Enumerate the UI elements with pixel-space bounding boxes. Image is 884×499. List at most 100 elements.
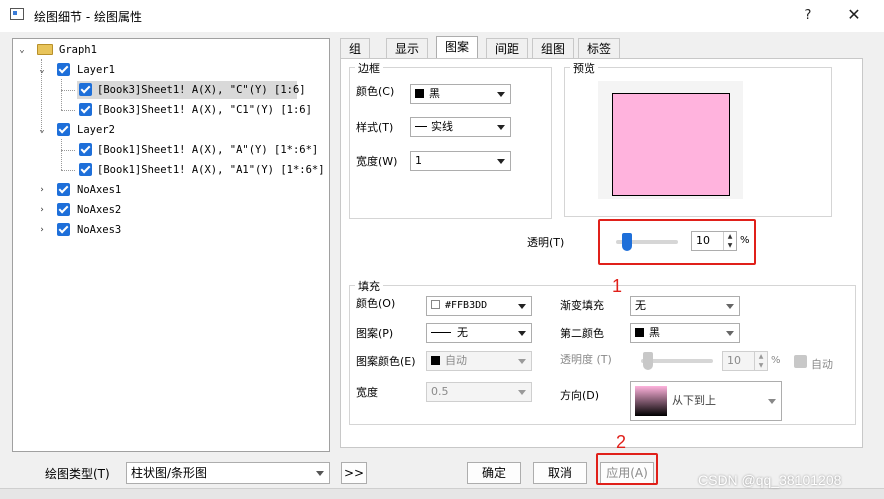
color-swatch-icon <box>635 328 644 337</box>
border-color-label: 颜色(C) <box>356 85 395 98</box>
tree-item-label: [Book1]Sheet1! A(X), "A"(Y) [1*:6*] <box>97 144 319 156</box>
collapse-toggle-icon[interactable]: › <box>37 181 47 199</box>
transparency-label: 透明(T) <box>527 236 565 249</box>
folder-icon <box>37 44 53 55</box>
fill-color-dropdown[interactable]: #FFB3DD <box>426 296 532 316</box>
window-title: 绘图细节 - 绘图属性 <box>34 10 142 24</box>
collapse-toggle-icon[interactable]: › <box>37 221 47 239</box>
annotation-box-2 <box>596 453 658 485</box>
pattern-color-value: 自动 <box>445 354 467 367</box>
tree-item-dataset[interactable]: [Book3]Sheet1! A(X), "C"(Y) [1:6] <box>77 81 306 99</box>
fill-transparency-spinbox[interactable]: 10 ▲ ▼ <box>722 351 768 371</box>
chevron-down-icon <box>497 125 505 130</box>
annotation-number-1: 1 <box>612 276 623 296</box>
tree-item-noaxes3[interactable]: › NoAxes3 <box>37 221 237 239</box>
tree-item-dataset[interactable]: [Book1]Sheet1! A(X), "A1"(Y) [1*:6*] <box>77 161 325 179</box>
checkbox-icon[interactable] <box>79 163 92 176</box>
plot-type-value: 柱状图/条形图 <box>131 466 208 480</box>
tree-item-noaxes1[interactable]: › NoAxes1 <box>37 181 237 199</box>
fill-width-value: 0.5 <box>431 385 449 398</box>
checkbox-icon[interactable] <box>79 143 92 156</box>
tree-item-label: [Book3]Sheet1! A(X), "C1"(Y) [1:6] <box>97 104 312 116</box>
checkbox-icon[interactable] <box>57 123 70 136</box>
border-style-dropdown[interactable]: 实线 <box>410 117 511 137</box>
tree-item-layer2[interactable]: ⌄ Layer2 <box>37 121 317 139</box>
plot-tree[interactable]: ⌄ Graph1 ⌄ Layer1 [Book3]Sheet1! A(X), "… <box>12 38 330 452</box>
fill-color-value: #FFB3DD <box>445 300 488 311</box>
checkbox-icon[interactable] <box>57 203 70 216</box>
chevron-down-icon <box>726 331 734 336</box>
preview-canvas <box>598 81 743 199</box>
fill-pattern-value: 无 <box>457 326 468 339</box>
auto-checkbox-icon[interactable] <box>794 355 807 368</box>
cancel-button[interactable]: 取消 <box>533 462 587 484</box>
close-button[interactable]: ✕ <box>842 4 866 28</box>
help-button[interactable]: ? <box>798 6 818 26</box>
fill-transparency-slider-handle[interactable] <box>643 352 653 370</box>
second-color-dropdown[interactable]: 黑 <box>630 323 740 343</box>
tree-root-graph1[interactable]: ⌄ Graph1 <box>17 41 317 59</box>
border-group-title: 边框 <box>355 60 383 76</box>
chevron-down-icon <box>518 331 526 336</box>
pattern-color-dropdown[interactable]: 自动 <box>426 351 532 371</box>
second-color-label: 第二颜色 <box>560 327 604 340</box>
tab-spacing[interactable]: 间距 <box>486 38 529 58</box>
gradient-value: 无 <box>635 299 646 312</box>
tree-item-label: NoAxes1 <box>77 184 122 196</box>
spin-arrows-icon[interactable]: ▲ ▼ <box>754 352 767 370</box>
gradient-label: 渐变填充 <box>560 299 604 312</box>
background-toolbar-strip <box>0 488 884 499</box>
checkbox-icon[interactable] <box>57 183 70 196</box>
tab-group[interactable]: 组 <box>340 38 371 58</box>
tab-stack[interactable]: 组图 <box>532 38 575 58</box>
expand-button[interactable]: >> <box>341 462 367 484</box>
tab-label[interactable]: 标签 <box>578 38 621 58</box>
direction-label: 方向(D) <box>560 389 600 402</box>
ok-button[interactable]: 确定 <box>467 462 521 484</box>
checkbox-icon[interactable] <box>79 83 92 96</box>
expand-toggle-icon[interactable]: ⌄ <box>37 61 47 79</box>
expand-toggle-icon[interactable]: ⌄ <box>17 41 27 59</box>
second-color-value: 黑 <box>649 326 660 339</box>
app-icon <box>10 8 24 20</box>
direction-dropdown[interactable]: 从下到上 <box>630 381 782 421</box>
gradient-direction-icon <box>635 386 667 416</box>
tree-item-noaxes2[interactable]: › NoAxes2 <box>37 201 237 219</box>
tree-item-dataset[interactable]: [Book1]Sheet1! A(X), "A"(Y) [1*:6*] <box>77 141 319 159</box>
pattern-sample-icon <box>431 332 451 333</box>
tab-pattern[interactable]: 图案 <box>436 36 479 59</box>
direction-value: 从下到上 <box>672 394 716 407</box>
tree-item-label: NoAxes2 <box>77 204 122 216</box>
plot-type-dropdown[interactable]: 柱状图/条形图 <box>126 462 330 484</box>
fill-transparency-label: 透明度 (T) <box>560 353 612 366</box>
chevron-down-icon <box>518 304 526 309</box>
border-width-dropdown[interactable]: 1 <box>410 151 511 171</box>
preview-fill-swatch <box>612 93 730 196</box>
pattern-color-label: 图案颜色(E) <box>356 355 416 368</box>
tree-item-dataset[interactable]: [Book3]Sheet1! A(X), "C1"(Y) [1:6] <box>77 101 312 119</box>
fill-width-label: 宽度 <box>356 386 378 399</box>
fill-color-label: 颜色(O) <box>356 297 396 310</box>
fill-transparency-value: 10 <box>727 354 741 367</box>
expand-toggle-icon[interactable]: ⌄ <box>37 121 47 139</box>
checkbox-icon[interactable] <box>57 223 70 236</box>
chevron-down-icon <box>518 359 526 364</box>
preview-group-title: 预览 <box>570 60 598 76</box>
chevron-down-icon <box>316 471 324 476</box>
tab-display[interactable]: 显示 <box>386 38 429 58</box>
tree-item-label: Layer2 <box>77 124 115 136</box>
checkbox-icon[interactable] <box>57 63 70 76</box>
collapse-toggle-icon[interactable]: › <box>37 201 47 219</box>
tree-item-layer1[interactable]: ⌄ Layer1 <box>37 61 317 79</box>
border-color-dropdown[interactable]: 黑 <box>410 84 511 104</box>
checkbox-icon[interactable] <box>79 103 92 116</box>
fill-group-title: 填充 <box>355 278 383 294</box>
chevron-down-icon <box>518 390 526 395</box>
fill-pattern-dropdown[interactable]: 无 <box>426 323 532 343</box>
tree-item-label: Graph1 <box>59 44 97 56</box>
gradient-dropdown[interactable]: 无 <box>630 296 740 316</box>
color-swatch-icon <box>415 89 424 98</box>
chevron-down-icon <box>497 159 505 164</box>
color-swatch-icon <box>431 356 440 365</box>
fill-width-dropdown[interactable]: 0.5 <box>426 382 532 402</box>
